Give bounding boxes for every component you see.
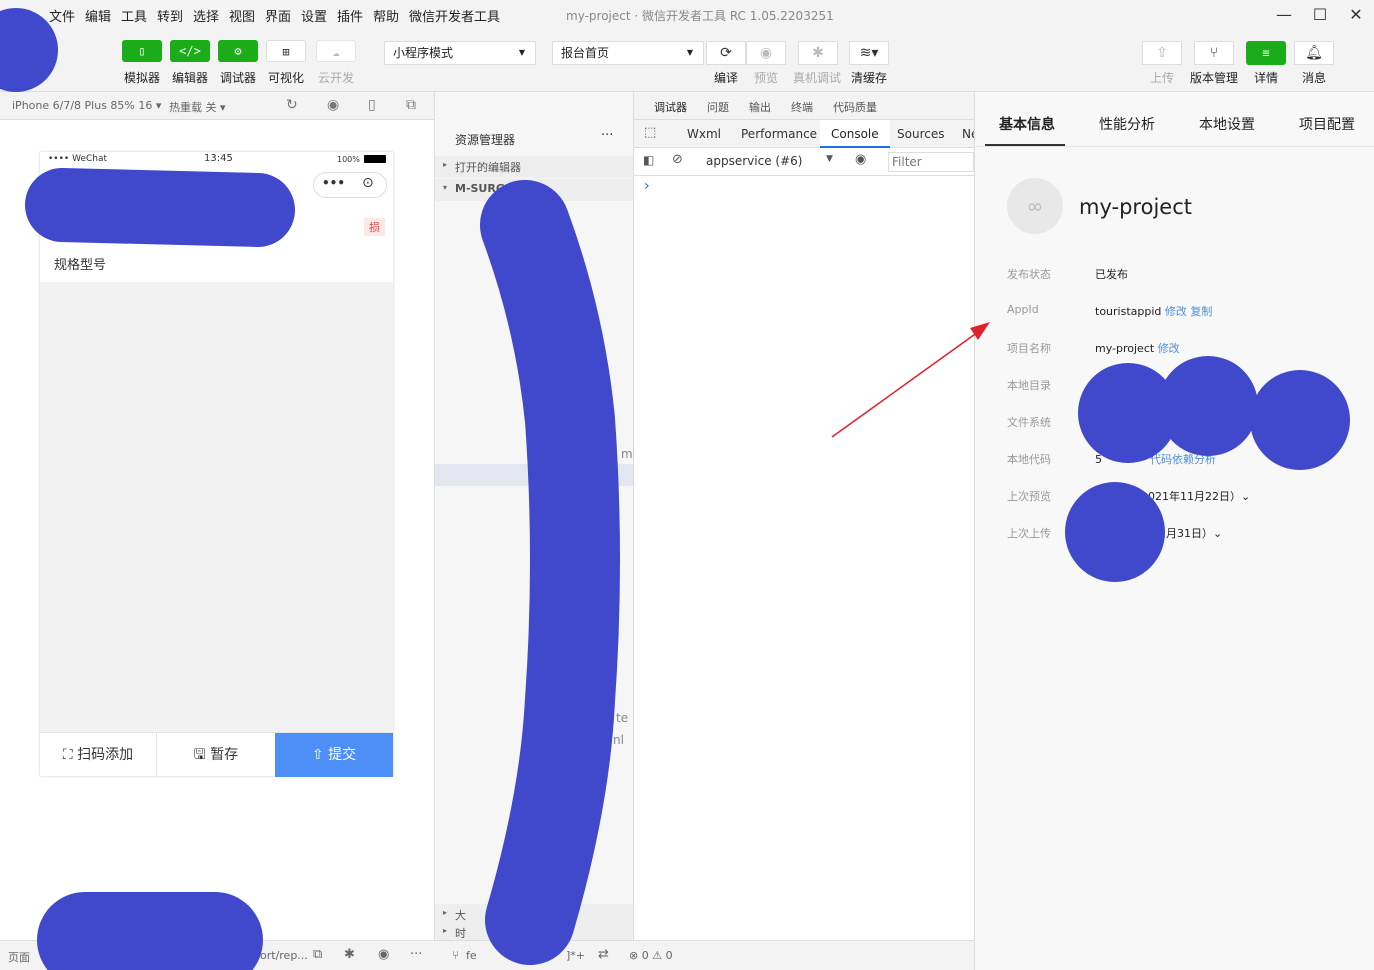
redaction-mark xyxy=(1250,370,1350,470)
redaction-mark xyxy=(480,180,620,965)
redaction-mark xyxy=(0,8,58,92)
redaction-mark xyxy=(1065,482,1165,582)
redaction-mark xyxy=(25,168,295,247)
redaction-mark xyxy=(1158,356,1258,456)
annotation-arrow-head xyxy=(970,322,990,340)
redaction-overlay xyxy=(0,8,1350,970)
annotation-arrow-line xyxy=(831,331,979,438)
